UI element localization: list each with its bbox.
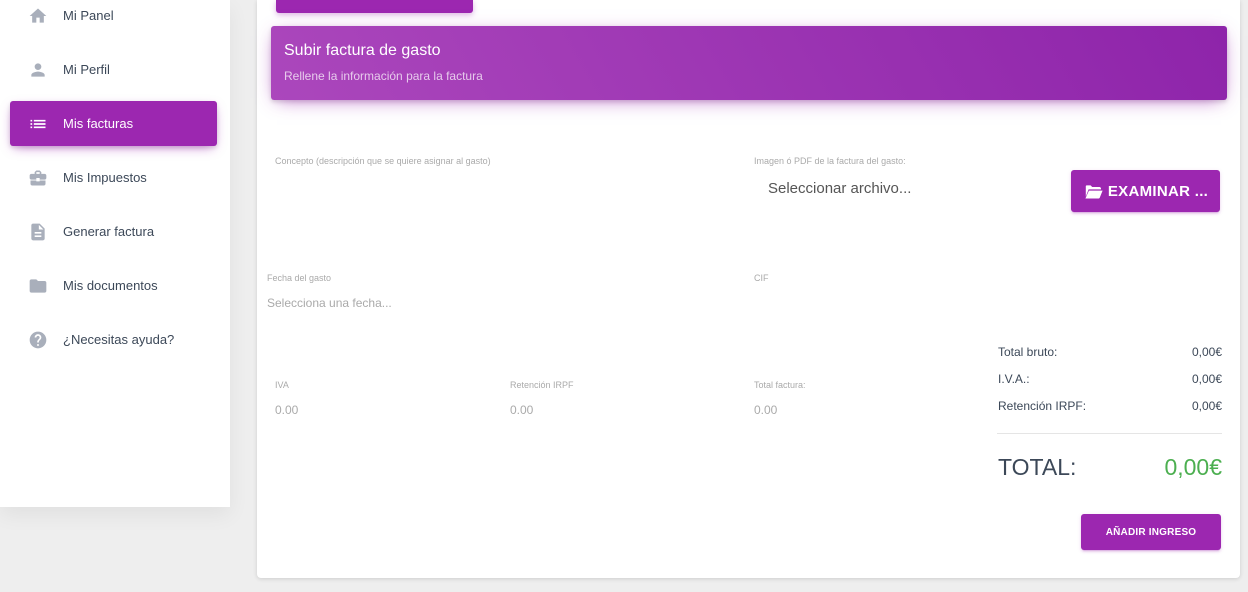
total-factura-label: Total factura: (754, 380, 806, 390)
sidebar-item-label: Mi Panel (63, 8, 114, 23)
fecha-label: Fecha del gasto (267, 273, 332, 283)
sidebar-item-generar-factura[interactable]: Generar factura (10, 209, 217, 254)
add-ingreso-button[interactable]: AÑADIR INGRESO (1081, 514, 1221, 550)
sidebar-item-label: Mi Perfil (63, 62, 110, 77)
retencion-summary-label: Retención IRPF: (998, 399, 1087, 413)
retencion-label: Retención IRPF (510, 380, 574, 390)
sidebar-item-label: Mis documentos (63, 278, 158, 293)
sidebar-item-label: Mis facturas (63, 116, 134, 131)
file-input[interactable]: Seleccionar archivo... (768, 180, 911, 197)
person-icon (26, 58, 50, 82)
home-icon (26, 4, 50, 28)
folder-icon (26, 274, 50, 298)
card-subtitle: Rellene la información para la factura (284, 69, 483, 83)
iva-summary-label: I.V.A.: (998, 372, 1030, 386)
invoice-card: Subir factura de gasto Rellene la inform… (257, 0, 1240, 578)
sidebar-item-label: Mis Impuestos (63, 170, 147, 185)
list-icon (26, 112, 50, 136)
retencion-input[interactable]: 0.00 (510, 403, 533, 417)
sidebar-item-label: Generar factura (63, 224, 155, 239)
total-value: 0,00€ (1164, 454, 1222, 480)
sidebar-item-mi-panel[interactable]: Mi Panel (10, 0, 217, 38)
sidebar-item-mis-impuestos[interactable]: Mis Impuestos (10, 155, 217, 200)
imagen-label: Imagen ó PDF de la factura del gasto: (754, 156, 906, 166)
iva-label: IVA (275, 380, 289, 390)
folder-open-icon (1084, 185, 1103, 199)
total-factura-input[interactable]: 0.00 (754, 403, 777, 417)
iva-input[interactable]: 0.00 (275, 403, 298, 417)
total-bruto-value: 0,00€ (1191, 345, 1222, 359)
briefcase-icon (26, 166, 50, 190)
iva-summary-value: 0,00€ (1191, 372, 1222, 386)
examinar-button[interactable]: EXAMINAR ... (1071, 170, 1220, 212)
top-action-button[interactable] (276, 0, 473, 13)
summary-divider (997, 433, 1222, 434)
cif-input[interactable] (754, 290, 974, 316)
card-title: Subir factura de gasto (284, 42, 441, 59)
concepto-label: Concepto (descripción que se quiere asig… (275, 156, 491, 166)
card-header: Subir factura de gasto Rellene la inform… (271, 26, 1227, 100)
sidebar-item-mis-facturas[interactable]: Mis facturas (10, 101, 217, 146)
cif-label: CIF (754, 273, 769, 283)
retencion-summary-value: 0,00€ (1191, 399, 1222, 413)
concepto-input[interactable] (275, 172, 725, 202)
fecha-input[interactable]: Selecciona una fecha... (267, 296, 392, 310)
examinar-label: EXAMINAR ... (1107, 182, 1209, 200)
help-icon (26, 328, 50, 352)
sidebar-item-ayuda[interactable]: ¿Necesitas ayuda? (10, 317, 217, 362)
document-icon (26, 220, 50, 244)
sidebar-item-mi-perfil[interactable]: Mi Perfil (10, 47, 217, 92)
sidebar-item-label: ¿Necesitas ayuda? (63, 332, 175, 347)
sidebar: Mi Panel Mi Perfil Mis facturas Mis Impu… (0, 0, 230, 507)
sidebar-item-mis-documentos[interactable]: Mis documentos (10, 263, 217, 308)
total-label: TOTAL: (998, 454, 1077, 480)
total-bruto-label: Total bruto: (998, 345, 1058, 359)
